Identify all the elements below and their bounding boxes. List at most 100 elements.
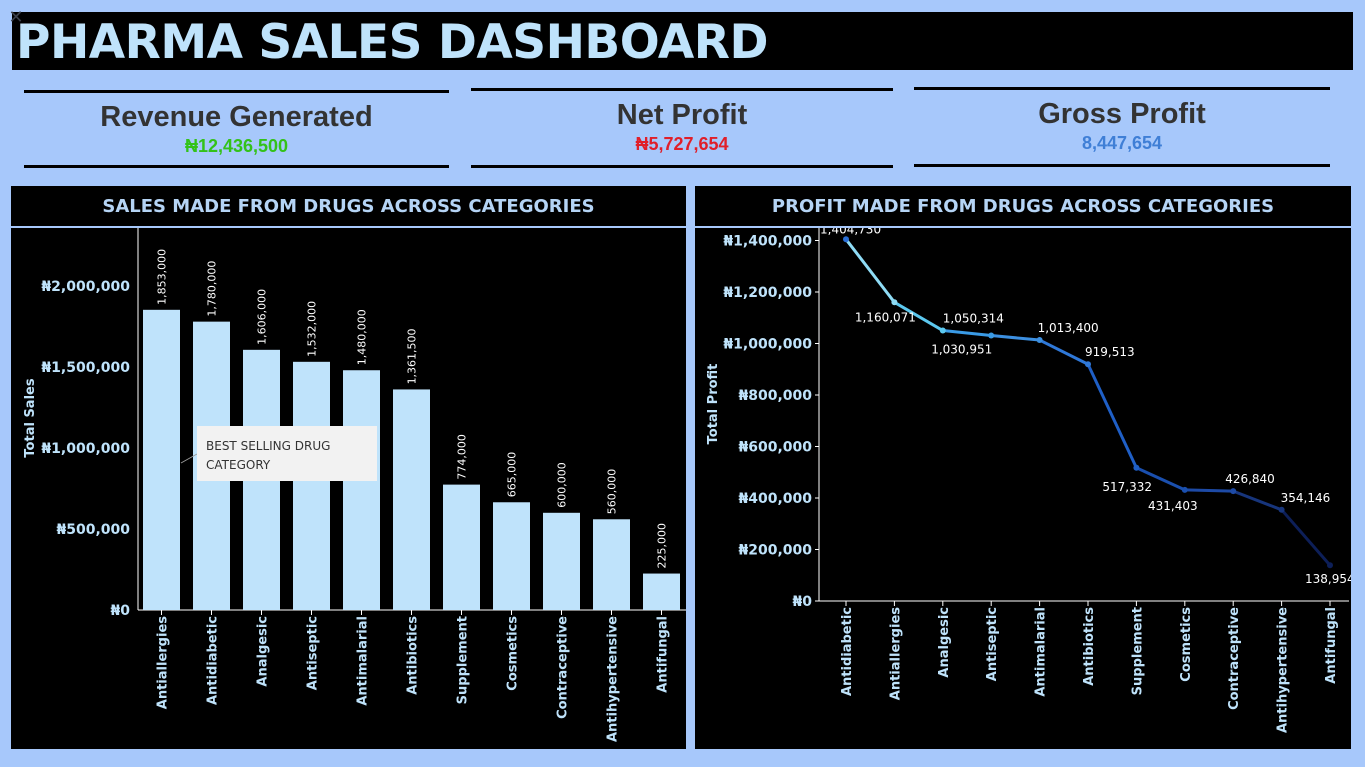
x-tick-label: Cosmetics bbox=[506, 616, 521, 691]
data-point bbox=[988, 332, 995, 339]
data-point bbox=[1085, 361, 1091, 368]
x-tick-label: Antimalarial bbox=[1034, 607, 1049, 697]
x-tick-label: Cosmetics bbox=[1179, 607, 1194, 682]
y-tick-label: ₦1,400,000 bbox=[723, 234, 812, 250]
data-point bbox=[843, 236, 849, 243]
x-tick-label: Antiseptic bbox=[985, 607, 1000, 681]
x-tick-label: Antifungal bbox=[656, 616, 671, 693]
point-value-label: 354,146 bbox=[1281, 491, 1331, 505]
title-bar: PHARMA SALES DASHBOARD bbox=[12, 12, 1353, 70]
page-title: PHARMA SALES DASHBOARD bbox=[16, 15, 769, 70]
y-tick-label: ₦2,000,000 bbox=[41, 279, 130, 295]
bar-value-label: 1,532,000 bbox=[306, 301, 319, 357]
series-line-segment bbox=[1231, 489, 1284, 512]
kpi-gross-profit: Gross Profit 8,447,654 bbox=[914, 87, 1330, 167]
series-line-segment bbox=[844, 237, 896, 304]
data-point bbox=[1036, 337, 1043, 344]
series-line-segment bbox=[1038, 338, 1090, 366]
series-line-segment bbox=[1086, 362, 1138, 470]
x-tick-label: Antibiotics bbox=[1082, 607, 1097, 686]
annotation-text-line-2: CATEGORY bbox=[206, 458, 271, 472]
profit-panel: PROFIT MADE FROM DRUGS ACROSS CATEGORIES… bbox=[695, 186, 1351, 749]
y-tick-label: ₦1,000,000 bbox=[723, 337, 812, 353]
data-point bbox=[1230, 488, 1237, 495]
x-tick-label: Antibiotics bbox=[406, 616, 421, 695]
bar bbox=[343, 370, 380, 610]
profit-line-chart: ₦0 ₦200,000 ₦400,000 ₦600,000 ₦800,000 ₦1,000… bbox=[706, 228, 1351, 733]
point-value-label: 138,954 bbox=[1305, 572, 1351, 586]
point-value-label: 431,403 bbox=[1148, 499, 1198, 513]
x-tick-label: Contraceptive bbox=[556, 616, 571, 719]
kpi-net-profit: Net Profit ₦5,727,654 bbox=[471, 88, 893, 168]
point-value-label: 1,013,400 bbox=[1038, 321, 1099, 335]
point-value-label: 517,332 bbox=[1102, 480, 1152, 494]
bar-value-label: 1,606,000 bbox=[256, 289, 269, 345]
point-value-label: 1,160,071 bbox=[855, 310, 916, 324]
x-tick-label: Antiseptic bbox=[306, 616, 321, 690]
x-tick-label: Antiallergies bbox=[888, 607, 903, 700]
data-point bbox=[891, 299, 898, 306]
y-axis-title: Total Sales bbox=[23, 378, 38, 457]
bar-value-label: 774,000 bbox=[456, 434, 469, 480]
data-point bbox=[1181, 486, 1188, 493]
kpi-revenue-value: ₦12,436,500 bbox=[184, 136, 289, 156]
series-line-segment bbox=[1183, 488, 1235, 493]
x-tick-label: Antimalarial bbox=[356, 616, 371, 706]
x-tick-label: Antiallergies bbox=[156, 616, 171, 709]
y-tick-label: ₦400,000 bbox=[738, 491, 812, 507]
point-value-label: 1,404,730 bbox=[820, 228, 881, 236]
kpi-revenue: Revenue Generated ₦12,436,500 bbox=[24, 90, 449, 168]
data-point bbox=[1133, 464, 1140, 471]
bar bbox=[293, 361, 330, 610]
bar bbox=[593, 519, 630, 610]
x-tick-label: Antidiabetic bbox=[840, 607, 855, 696]
y-tick-label: ₦200,000 bbox=[738, 543, 812, 559]
point-value-label: 1,030,951 bbox=[931, 343, 992, 357]
data-point bbox=[1327, 562, 1333, 569]
y-tick-label: ₦800,000 bbox=[738, 388, 812, 404]
y-tick-label: ₦600,000 bbox=[738, 440, 812, 456]
x-tick-label: Antifungal bbox=[1324, 607, 1339, 684]
bar bbox=[443, 484, 480, 610]
kpi-revenue-label: Revenue Generated bbox=[100, 101, 373, 133]
x-tick-label: Contraceptive bbox=[1227, 607, 1242, 710]
y-tick-label: ₦500,000 bbox=[56, 522, 130, 538]
annotation-text-line-1: BEST SELLING DRUG bbox=[206, 439, 330, 453]
bar-value-label: 560,000 bbox=[606, 469, 619, 515]
y-axis-title: Total Profit bbox=[706, 364, 721, 445]
kpi-net-profit-label: Net Profit bbox=[616, 99, 748, 131]
bar bbox=[143, 309, 180, 610]
x-tick-label: Analgesic bbox=[937, 607, 952, 678]
y-tick-label: ₦1,000,000 bbox=[41, 441, 130, 457]
bar-value-label: 1,780,000 bbox=[206, 261, 219, 317]
y-tick-label: ₦1,500,000 bbox=[41, 360, 130, 376]
bar bbox=[643, 573, 680, 610]
x-tick-label: Antihypertensive bbox=[606, 616, 621, 742]
point-value-label: 1,050,314 bbox=[943, 312, 1004, 326]
series-line-segment bbox=[989, 334, 1042, 342]
sales-panel-header: SALES MADE FROM DRUGS ACROSS CATEGORIES bbox=[11, 186, 686, 228]
sales-panel: SALES MADE FROM DRUGS ACROSS CATEGORIES … bbox=[11, 186, 686, 749]
bar-value-label: 600,000 bbox=[556, 462, 569, 508]
x-tick-label: Antihypertensive bbox=[1276, 607, 1291, 733]
x-tick-label: Antidiabetic bbox=[206, 616, 221, 705]
sales-bar-chart: ₦0 ₦500,000 ₦1,000,000 ₦1,500,000 ₦2,000,000… bbox=[23, 228, 686, 742]
bar-value-label: 1,853,000 bbox=[156, 249, 169, 305]
annotation-box bbox=[197, 426, 377, 481]
kpi-gross-profit-value: 8,447,654 bbox=[1081, 133, 1163, 153]
point-value-label: 426,840 bbox=[1225, 472, 1275, 486]
data-point bbox=[1278, 506, 1285, 513]
bar bbox=[393, 389, 430, 610]
close-icon[interactable]: ✕ bbox=[6, 8, 26, 28]
bar bbox=[543, 512, 580, 610]
point-value-label: 919,513 bbox=[1085, 345, 1135, 359]
y-tick-label: ₦0 bbox=[793, 594, 813, 610]
x-tick-label: Supplement bbox=[1130, 607, 1145, 695]
series-line-segment bbox=[941, 329, 993, 338]
y-tick-label: ₦1,200,000 bbox=[723, 285, 812, 301]
kpi-gross-profit-label: Gross Profit bbox=[1038, 98, 1206, 130]
bar bbox=[493, 502, 530, 610]
bar-value-label: 665,000 bbox=[506, 452, 519, 498]
x-tick-label: Supplement bbox=[456, 616, 471, 704]
bar-value-label: 225,000 bbox=[656, 523, 669, 569]
